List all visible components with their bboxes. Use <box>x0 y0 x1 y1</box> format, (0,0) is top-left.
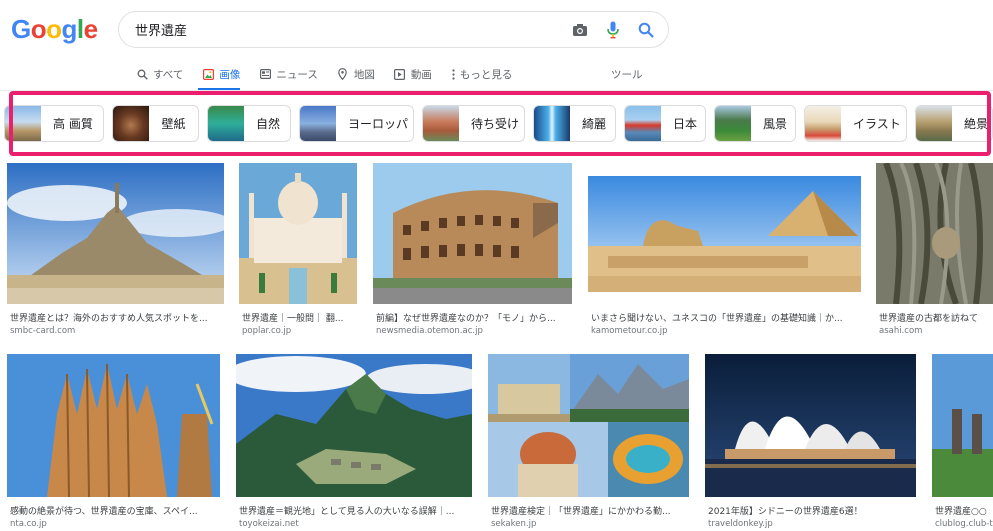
image-result[interactable]: 前編】なぜ世界遺産なのか？「モノ」から... newsmedia.otemon.… <box>373 163 572 341</box>
result-caption: いまさら聞けない、ユネスコの「世界遺産」の基礎知識｜か... <box>591 314 843 324</box>
image-result[interactable]: 世界遺産とは？海外のおすすめ人気スポットを... smbc-card.com <box>7 163 224 341</box>
result-caption: 感動の絶景が待つ、世界遺産の宝庫、スペイ... <box>10 507 198 517</box>
result-thumbnail <box>7 354 220 497</box>
map-pin-icon <box>337 68 349 80</box>
result-source: poplar.co.jp <box>242 326 292 336</box>
result-caption: 世界遺産の古都を訪ねて <box>879 314 979 324</box>
video-icon <box>394 68 406 80</box>
tools-button[interactable]: ツール <box>611 67 643 82</box>
tab-news[interactable]: ニュース <box>259 67 318 82</box>
search-icon[interactable] <box>636 20 656 40</box>
image-result[interactable]: 世界遺産｜一般問｜ 翻... poplar.co.jp <box>239 163 357 341</box>
result-thumbnail <box>876 163 993 304</box>
highlight-frame <box>9 91 991 156</box>
tab-label: 地図 <box>353 68 375 81</box>
google-logo[interactable]: Google <box>11 14 98 45</box>
search-icon <box>136 68 148 80</box>
tab-maps[interactable]: 地図 <box>337 67 375 82</box>
search-input[interactable] <box>135 22 535 37</box>
search-box <box>118 11 669 48</box>
image-result[interactable]: 感動の絶景が待つ、世界遺産の宝庫、スペイ... nta.co.jp <box>7 354 220 531</box>
tab-label: すべて <box>153 68 184 81</box>
image-result[interactable]: 世界遺産の古都を訪ねて asahi.com <box>876 163 993 341</box>
result-source: newsmedia.otemon.ac.jp <box>376 326 483 336</box>
result-caption: 世界遺産○○ <box>935 507 987 517</box>
image-result[interactable]: 世界遺産検定｜「世界遺産」にかかわる勤... sekaken.jp <box>488 354 689 531</box>
tab-label: 動画 <box>410 68 432 81</box>
result-caption: 世界遺産とは？海外のおすすめ人気スポットを... <box>10 314 208 324</box>
more-vert-icon <box>451 68 457 80</box>
tab-more[interactable]: もっと見る <box>451 67 513 82</box>
image-icon <box>202 68 214 80</box>
result-source: toyokeizai.net <box>239 519 299 529</box>
result-caption: 2021年版】シドニーの世界遺産6選！ <box>708 507 863 517</box>
camera-icon[interactable] <box>570 20 590 40</box>
search-tabs: すべて 画像 ニュース 地図 動画 もっと見る <box>136 65 531 83</box>
tab-images[interactable]: 画像 <box>202 67 240 82</box>
image-result[interactable]: 2021年版】シドニーの世界遺産6選！ traveldonkey.jp <box>705 354 916 531</box>
result-source: clublog.club-t <box>935 519 993 529</box>
tab-videos[interactable]: 動画 <box>394 67 432 82</box>
result-caption: 世界遺産検定｜「世界遺産」にかかわる勤... <box>491 507 671 517</box>
result-thumbnail <box>239 163 357 304</box>
image-result[interactable]: 世界遺産＝観光地」として見る人の大いなる誤解｜... toyokeizai.ne… <box>236 354 472 531</box>
result-thumbnail <box>588 176 861 292</box>
result-source: smbc-card.com <box>10 326 76 336</box>
result-source: nta.co.jp <box>10 519 47 529</box>
news-icon <box>259 68 271 80</box>
result-source: traveldonkey.jp <box>708 519 773 529</box>
tab-all[interactable]: すべて <box>136 67 183 82</box>
result-thumbnail <box>373 163 572 304</box>
result-source: asahi.com <box>879 326 923 336</box>
result-thumbnail <box>932 354 993 497</box>
image-result[interactable]: 世界遺産○○ clublog.club-t <box>932 354 993 531</box>
result-thumbnail <box>236 354 472 497</box>
microphone-icon[interactable] <box>603 20 623 40</box>
result-thumbnail <box>705 354 916 497</box>
image-result[interactable]: いまさら聞けない、ユネスコの「世界遺産」の基礎知識｜か... kamometou… <box>588 163 861 341</box>
result-thumbnail <box>488 354 689 497</box>
result-caption: 世界遺産｜一般問｜ 翻... <box>242 314 344 324</box>
tab-label: ニュース <box>276 68 318 81</box>
tab-label: 画像 <box>219 68 241 81</box>
result-source: sekaken.jp <box>491 519 537 529</box>
result-caption: 前編】なぜ世界遺産なのか？「モノ」から... <box>376 314 556 324</box>
tab-label: もっと見る <box>459 68 513 81</box>
result-caption: 世界遺産＝観光地」として見る人の大いなる誤解｜... <box>239 507 455 517</box>
result-thumbnail <box>7 163 224 304</box>
result-source: kamometour.co.jp <box>591 326 668 336</box>
